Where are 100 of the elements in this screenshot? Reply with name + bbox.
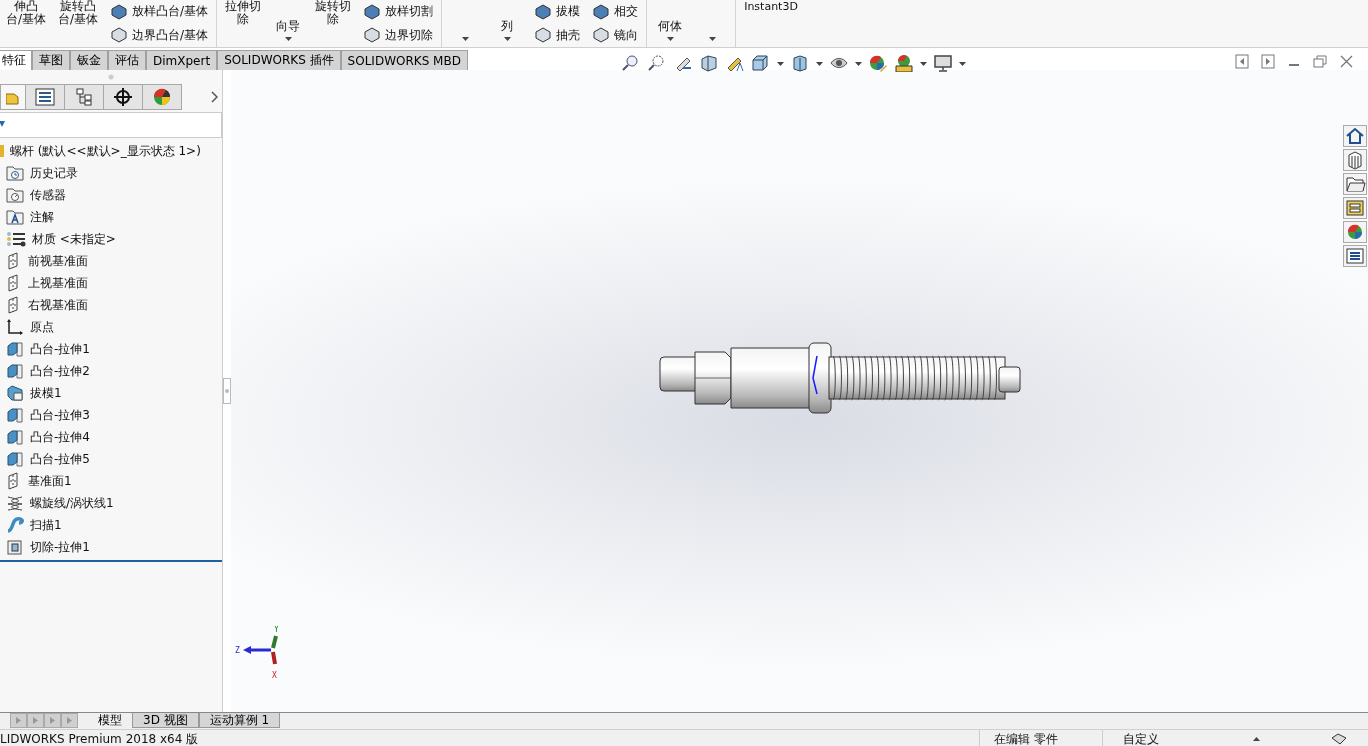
tree-item[interactable]: 凸台-拉伸4 <box>30 428 90 446</box>
command-tab[interactable]: 评估 <box>108 50 146 70</box>
ribbon-button-label[interactable]: 列 <box>501 20 514 33</box>
palette-icon[interactable] <box>1343 197 1367 219</box>
property-manager-tab[interactable] <box>25 84 65 110</box>
ribbon-button[interactable]: 放样切割 <box>385 3 434 21</box>
configuration-manager-tab[interactable] <box>64 84 104 110</box>
ribbon-button-label[interactable]: 伸凸 <box>14 0 38 13</box>
command-tab[interactable]: DimXpert <box>146 50 218 70</box>
tree-item[interactable]: 右视基准面 <box>28 296 88 314</box>
feature-icon <box>363 3 382 20</box>
ribbon-button[interactable]: 拔模 <box>556 3 581 21</box>
annotation-icon <box>6 209 24 225</box>
restore-icon[interactable] <box>1312 54 1328 69</box>
ribbon-button[interactable]: 抽壳 <box>556 26 581 44</box>
home-icon[interactable] <box>1343 125 1367 147</box>
caret-icon[interactable] <box>959 62 966 66</box>
close-icon[interactable] <box>1338 54 1354 69</box>
rebuild-icon[interactable] <box>1330 732 1348 746</box>
list-icon <box>35 88 55 106</box>
dimxpert-tab[interactable] <box>103 84 143 110</box>
tree-item[interactable]: 注解 <box>30 208 54 226</box>
tree-item[interactable]: 前视基准面 <box>28 252 88 270</box>
zoom-area-icon[interactable] <box>647 54 667 72</box>
sweep-icon <box>6 517 24 533</box>
status-text: LIDWORKS Premium 2018 x64 版 <box>0 730 200 746</box>
dropdown-caret-icon[interactable] <box>284 37 292 41</box>
tree-item[interactable]: 材质 <未指定> <box>32 230 116 248</box>
color-wheel-icon <box>153 88 171 106</box>
command-tab[interactable]: 特征 <box>0 50 32 70</box>
ribbon-button[interactable]: 放样凸台/基体 <box>132 3 209 21</box>
ribbon-button-label[interactable]: 旋转凸 <box>60 0 97 13</box>
ribbon-button-label[interactable]: 台/基体 <box>58 13 99 26</box>
dropdown-caret-icon[interactable] <box>708 37 716 41</box>
dropdown-caret-icon[interactable] <box>503 37 511 41</box>
caret-icon[interactable] <box>920 62 927 66</box>
filter-field[interactable] <box>0 112 222 138</box>
ribbon-button[interactable]: 相交 <box>614 3 639 21</box>
feature-manager-tab[interactable] <box>0 84 26 110</box>
appearance-icon[interactable] <box>1343 221 1367 243</box>
command-tab[interactable]: SOLIDWORKS 插件 <box>217 50 341 70</box>
previous-pane-icon[interactable] <box>1234 54 1250 69</box>
tree-item[interactable]: 基准面1 <box>28 472 72 490</box>
z-axis-arrow <box>243 646 271 654</box>
caret-icon[interactable] <box>855 62 862 66</box>
caret-up-icon[interactable] <box>1253 737 1260 741</box>
ribbon-button-label[interactable]: 何体 <box>658 20 683 33</box>
view-orientation-icon[interactable] <box>751 54 771 72</box>
ribbon-button[interactable]: 镜向 <box>614 26 639 44</box>
design-library-icon[interactable] <box>1343 149 1367 171</box>
properties-icon[interactable] <box>1343 245 1367 267</box>
display-style-icon[interactable] <box>790 54 810 72</box>
ribbon-button-label[interactable]: 除 <box>237 13 250 26</box>
feature-icon <box>110 3 129 20</box>
ribbon-button[interactable]: 边界凸台/基体 <box>132 26 209 44</box>
tree-item[interactable]: 凸台-拉伸2 <box>30 362 90 380</box>
folder-icon[interactable] <box>1343 173 1367 195</box>
tree-item[interactable]: 扫描1 <box>30 516 62 534</box>
caret-icon[interactable] <box>777 62 784 66</box>
tree-item[interactable]: 原点 <box>30 318 54 336</box>
display-manager-tab[interactable] <box>142 84 182 110</box>
command-tab[interactable]: SOLIDWORKS MBD <box>340 50 468 70</box>
ribbon-button[interactable]: Instant3D <box>744 0 798 13</box>
tree-root[interactable]: 螺杆 (默认<<默认>_显示状态 1>) <box>10 142 201 160</box>
section-view-icon[interactable] <box>699 54 719 72</box>
tree-item[interactable]: 凸台-拉伸5 <box>30 450 90 468</box>
extrude-icon <box>6 341 24 357</box>
zoom-fit-icon[interactable] <box>621 54 641 72</box>
tree-item[interactable]: 历史记录 <box>30 164 78 182</box>
model-tab[interactable]: 运动算例 1 <box>198 713 281 728</box>
tree-item[interactable]: 螺旋线/涡状线1 <box>30 494 114 512</box>
dropdown-caret-icon[interactable] <box>666 37 674 41</box>
tree-item[interactable]: 传感器 <box>30 186 66 204</box>
chevron-right-icon[interactable] <box>211 91 218 103</box>
monitor-icon[interactable] <box>933 54 953 72</box>
feature-icon <box>363 27 382 44</box>
caret-icon[interactable] <box>816 62 823 66</box>
appearance-icon[interactable] <box>868 54 888 72</box>
origin-icon <box>6 318 24 336</box>
dropdown-caret-icon[interactable] <box>461 37 469 41</box>
tree-item[interactable]: 上视基准面 <box>28 274 88 292</box>
ribbon-button[interactable]: 边界切除 <box>385 26 434 44</box>
next-pane-icon[interactable] <box>1260 54 1276 69</box>
tree-item[interactable]: 拔模1 <box>30 384 62 402</box>
tree-item[interactable]: 凸台-拉伸3 <box>30 406 90 424</box>
command-tab[interactable]: 钣金 <box>70 50 108 70</box>
ribbon-button-label[interactable]: 台/基体 <box>6 13 47 26</box>
ribbon-button-label[interactable]: 拉伸切 <box>225 0 262 13</box>
splitter-handle-icon[interactable] <box>223 378 231 404</box>
tree-item[interactable]: 切除-拉伸1 <box>30 538 90 556</box>
grip-icon[interactable] <box>108 74 114 80</box>
model-tab[interactable]: 3D 视图 <box>132 713 199 728</box>
units-status[interactable]: 自定义 <box>1123 730 1159 746</box>
command-tab[interactable]: 草图 <box>32 50 70 70</box>
tree-item[interactable]: 凸台-拉伸1 <box>30 340 90 358</box>
scene-icon[interactable] <box>894 54 914 72</box>
bolt-drawing[interactable] <box>659 342 1021 414</box>
ribbon-button-label[interactable]: 旋转切 <box>315 0 352 13</box>
ribbon-button-label[interactable]: 除 <box>327 13 340 26</box>
ribbon-button-label[interactable]: 向导 <box>276 20 301 33</box>
